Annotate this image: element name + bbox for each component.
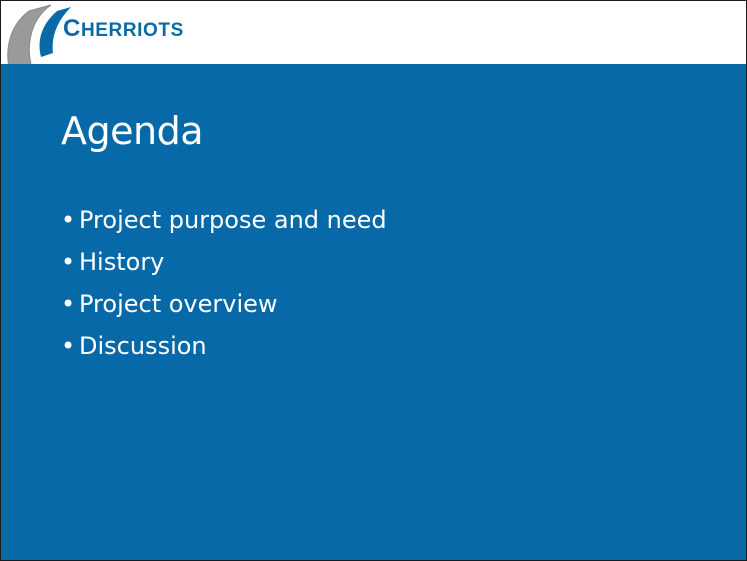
agenda-item-label: History (79, 248, 165, 276)
bullet-icon: • (61, 206, 76, 234)
slide: CHERRIOTS Agenda • Project purpose and ne… (0, 0, 747, 561)
agenda-item-label: Project overview (79, 290, 278, 318)
cherriots-logo-text: CHERRIOTS (63, 15, 184, 42)
agenda-item: • Discussion (61, 325, 387, 367)
agenda-list: • Project purpose and need • History • Proj… (61, 199, 387, 367)
bullet-icon: • (61, 248, 76, 276)
slide-header: CHERRIOTS (1, 1, 746, 86)
agenda-item: • History (61, 241, 387, 283)
agenda-item-label: Discussion (79, 332, 207, 360)
slide-title: Agenda (61, 109, 204, 153)
agenda-item-label: Project purpose and need (79, 206, 387, 234)
agenda-item: • Project purpose and need (61, 199, 387, 241)
bullet-icon: • (61, 290, 76, 318)
agenda-item: • Project overview (61, 283, 387, 325)
bullet-icon: • (61, 332, 76, 360)
